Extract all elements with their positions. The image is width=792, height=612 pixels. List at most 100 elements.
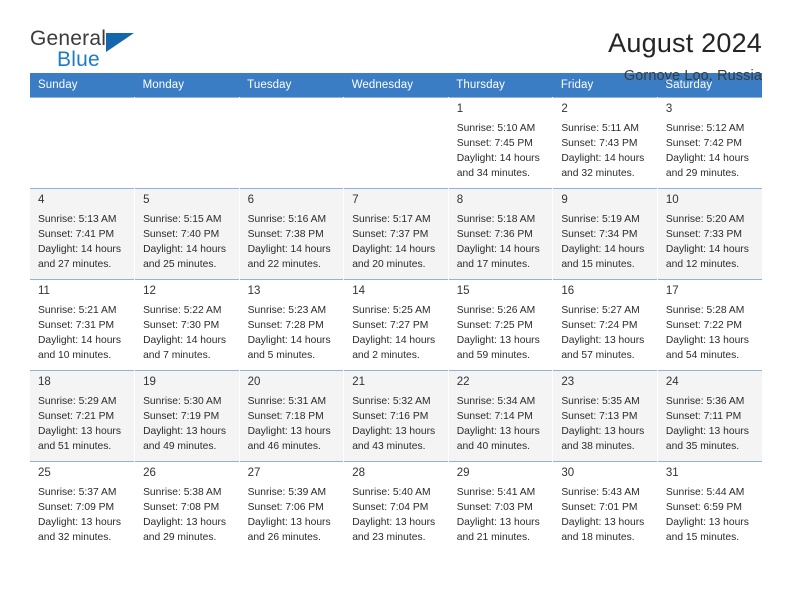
calendar-grid: Sunday Monday Tuesday Wednesday Thursday… — [30, 73, 762, 552]
day-cell[interactable]: 30 Sunrise: 5:43 AM Sunset: 7:01 PM Dayli… — [552, 461, 658, 552]
day-details: Sunrise: 5:36 AM Sunset: 7:11 PM Dayligh… — [665, 395, 749, 452]
day-cell[interactable]: 13 Sunrise: 5:23 AM Sunset: 7:28 PM Dayli… — [239, 279, 345, 371]
day-details: Sunrise: 5:41 AM Sunset: 7:03 PM Dayligh… — [456, 486, 540, 543]
calendar-week-row: 18 Sunrise: 5:29 AM Sunset: 7:21 PM Dayli… — [30, 370, 762, 462]
day-details: Sunrise: 5:25 AM Sunset: 7:27 PM Dayligh… — [352, 304, 436, 361]
general-blue-logo[interactable]: General Blue — [30, 28, 150, 76]
day-details: Sunrise: 5:30 AM Sunset: 7:19 PM Dayligh… — [143, 395, 227, 452]
day-number: 25 — [38, 467, 51, 479]
calendar-page: General Blue August 2024 Gornoye Loo, Ru… — [0, 0, 792, 612]
day-number: 6 — [247, 194, 255, 206]
day-number: 2 — [561, 103, 568, 115]
day-cell[interactable]: 8 Sunrise: 5:18 AM Sunset: 7:36 PM Daylig… — [448, 188, 554, 280]
day-cell[interactable]: 6 Sunrise: 5:16 AM Sunset: 7:38 PM Daylig… — [239, 188, 345, 280]
day-details: Sunrise: 5:22 AM Sunset: 7:30 PM Dayligh… — [143, 304, 227, 361]
day-cell[interactable]: 21 Sunrise: 5:32 AM Sunset: 7:16 PM Dayli… — [343, 370, 449, 462]
day-number: 29 — [456, 467, 470, 479]
day-details: Sunrise: 5:43 AM Sunset: 7:01 PM Dayligh… — [561, 486, 645, 543]
day-number: 3 — [665, 103, 673, 115]
day-number: 21 — [352, 376, 365, 388]
day-number: 28 — [352, 467, 365, 479]
day-cell[interactable]: 3 Sunrise: 5:12 AM Sunset: 7:42 PM Daylig… — [657, 97, 762, 189]
day-number: 16 — [561, 285, 575, 297]
day-details: Sunrise: 5:26 AM Sunset: 7:25 PM Dayligh… — [456, 304, 540, 361]
day-number: 4 — [38, 194, 45, 206]
logo-text-blue: Blue — [57, 48, 100, 71]
day-details: Sunrise: 5:28 AM Sunset: 7:22 PM Dayligh… — [665, 304, 749, 361]
day-details: Sunrise: 5:35 AM Sunset: 7:13 PM Dayligh… — [561, 395, 645, 452]
day-details: Sunrise: 5:18 AM Sunset: 7:36 PM Dayligh… — [456, 213, 540, 270]
day-details: Sunrise: 5:44 AM Sunset: 6:59 PM Dayligh… — [665, 486, 749, 543]
day-number: 9 — [561, 194, 568, 206]
day-cell[interactable]: 15 Sunrise: 5:26 AM Sunset: 7:25 PM Dayli… — [448, 279, 554, 371]
day-cell[interactable]: 16 Sunrise: 5:27 AM Sunset: 7:24 PM Dayli… — [552, 279, 658, 371]
day-number: 24 — [665, 376, 679, 388]
day-cell[interactable]: 18 Sunrise: 5:29 AM Sunset: 7:21 PM Dayli… — [30, 370, 136, 462]
weekday-header-wednesday: Wednesday — [343, 73, 449, 98]
day-cell[interactable]: 29 Sunrise: 5:41 AM Sunset: 7:03 PM Dayli… — [448, 461, 554, 552]
day-cell[interactable] — [239, 97, 345, 189]
triangle-flag-icon — [106, 33, 134, 52]
day-cell[interactable]: 5 Sunrise: 5:15 AM Sunset: 7:40 PM Daylig… — [134, 188, 240, 280]
day-details: Sunrise: 5:32 AM Sunset: 7:16 PM Dayligh… — [352, 395, 436, 452]
day-details: Sunrise: 5:40 AM Sunset: 7:04 PM Dayligh… — [352, 486, 436, 543]
day-details: Sunrise: 5:10 AM Sunset: 7:45 PM Dayligh… — [456, 122, 540, 179]
day-cell[interactable]: 9 Sunrise: 5:19 AM Sunset: 7:34 PM Daylig… — [552, 188, 658, 280]
weekday-header-thursday: Thursday — [448, 73, 553, 98]
day-cell[interactable]: 14 Sunrise: 5:25 AM Sunset: 7:27 PM Dayli… — [343, 279, 449, 371]
day-cell[interactable]: 7 Sunrise: 5:17 AM Sunset: 7:37 PM Daylig… — [343, 188, 449, 280]
day-details: Sunrise: 5:15 AM Sunset: 7:40 PM Dayligh… — [143, 213, 227, 270]
day-cell[interactable]: 31 Sunrise: 5:44 AM Sunset: 6:59 PM Dayli… — [657, 461, 762, 552]
weekday-header-sunday: Sunday — [30, 73, 135, 98]
day-details: Sunrise: 5:39 AM Sunset: 7:06 PM Dayligh… — [247, 486, 331, 543]
day-details: Sunrise: 5:29 AM Sunset: 7:21 PM Dayligh… — [38, 395, 121, 452]
weekday-header-tuesday: Tuesday — [239, 73, 344, 98]
calendar-week-row: 4 Sunrise: 5:13 AM Sunset: 7:41 PM Daylig… — [30, 188, 762, 280]
day-cell[interactable]: 24 Sunrise: 5:36 AM Sunset: 7:11 PM Dayli… — [657, 370, 762, 462]
day-cell[interactable]: 26 Sunrise: 5:38 AM Sunset: 7:08 PM Dayli… — [134, 461, 240, 552]
day-details: Sunrise: 5:20 AM Sunset: 7:33 PM Dayligh… — [665, 213, 749, 270]
day-cell[interactable]: 1 Sunrise: 5:10 AM Sunset: 7:45 PM Daylig… — [448, 97, 554, 189]
day-cell[interactable]: 20 Sunrise: 5:31 AM Sunset: 7:18 PM Dayli… — [239, 370, 345, 462]
day-number: 27 — [247, 467, 261, 479]
logo-text-general: General — [30, 27, 107, 50]
day-cell[interactable]: 17 Sunrise: 5:28 AM Sunset: 7:22 PM Dayli… — [657, 279, 762, 371]
day-cell[interactable]: 4 Sunrise: 5:13 AM Sunset: 7:41 PM Daylig… — [30, 188, 136, 280]
day-details: Sunrise: 5:34 AM Sunset: 7:14 PM Dayligh… — [456, 395, 540, 452]
day-number: 11 — [38, 285, 50, 297]
day-number: 15 — [456, 285, 470, 297]
day-cell[interactable]: 10 Sunrise: 5:20 AM Sunset: 7:33 PM Dayli… — [657, 188, 762, 280]
day-details: Sunrise: 5:17 AM Sunset: 7:37 PM Dayligh… — [352, 213, 436, 270]
day-cell[interactable] — [134, 97, 240, 189]
day-cell[interactable]: 25 Sunrise: 5:37 AM Sunset: 7:09 PM Dayli… — [30, 461, 136, 552]
day-details: Sunrise: 5:37 AM Sunset: 7:09 PM Dayligh… — [38, 486, 121, 543]
calendar-week-row: 25 Sunrise: 5:37 AM Sunset: 7:09 PM Dayli… — [30, 461, 762, 552]
day-cell[interactable]: 23 Sunrise: 5:35 AM Sunset: 7:13 PM Dayli… — [552, 370, 658, 462]
day-cell[interactable] — [30, 97, 136, 189]
day-number: 19 — [143, 376, 156, 388]
day-number: 31 — [665, 467, 679, 479]
day-number: 12 — [143, 285, 156, 297]
day-cell[interactable]: 28 Sunrise: 5:40 AM Sunset: 7:04 PM Dayli… — [343, 461, 449, 552]
day-number: 14 — [352, 285, 365, 297]
day-cell[interactable] — [343, 97, 449, 189]
day-number: 1 — [456, 103, 464, 115]
day-details: Sunrise: 5:13 AM Sunset: 7:41 PM Dayligh… — [38, 213, 121, 270]
day-number: 20 — [247, 376, 261, 388]
day-cell[interactable]: 27 Sunrise: 5:39 AM Sunset: 7:06 PM Dayli… — [239, 461, 345, 552]
day-cell[interactable]: 2 Sunrise: 5:11 AM Sunset: 7:43 PM Daylig… — [552, 97, 658, 189]
calendar-week-row: 1 Sunrise: 5:10 AM Sunset: 7:45 PM Daylig… — [30, 97, 762, 189]
day-number: 22 — [456, 376, 470, 388]
day-number: 26 — [143, 467, 156, 479]
day-cell[interactable]: 12 Sunrise: 5:22 AM Sunset: 7:30 PM Dayli… — [134, 279, 240, 371]
title-block: August 2024 Gornoye Loo, Russia — [608, 28, 762, 84]
day-cell[interactable]: 19 Sunrise: 5:30 AM Sunset: 7:19 PM Dayli… — [134, 370, 240, 462]
day-details: Sunrise: 5:21 AM Sunset: 7:31 PM Dayligh… — [38, 304, 121, 361]
page-title: August 2024 — [608, 28, 762, 58]
day-details: Sunrise: 5:38 AM Sunset: 7:08 PM Dayligh… — [143, 486, 227, 543]
day-cell[interactable]: 11 Sunrise: 5:21 AM Sunset: 7:31 PM Dayli… — [30, 279, 136, 371]
day-number: 5 — [143, 194, 150, 206]
page-header: General Blue August 2024 Gornoye Loo, Ru… — [30, 0, 762, 84]
day-number: 17 — [665, 285, 679, 297]
day-cell[interactable]: 22 Sunrise: 5:34 AM Sunset: 7:14 PM Dayli… — [448, 370, 554, 462]
